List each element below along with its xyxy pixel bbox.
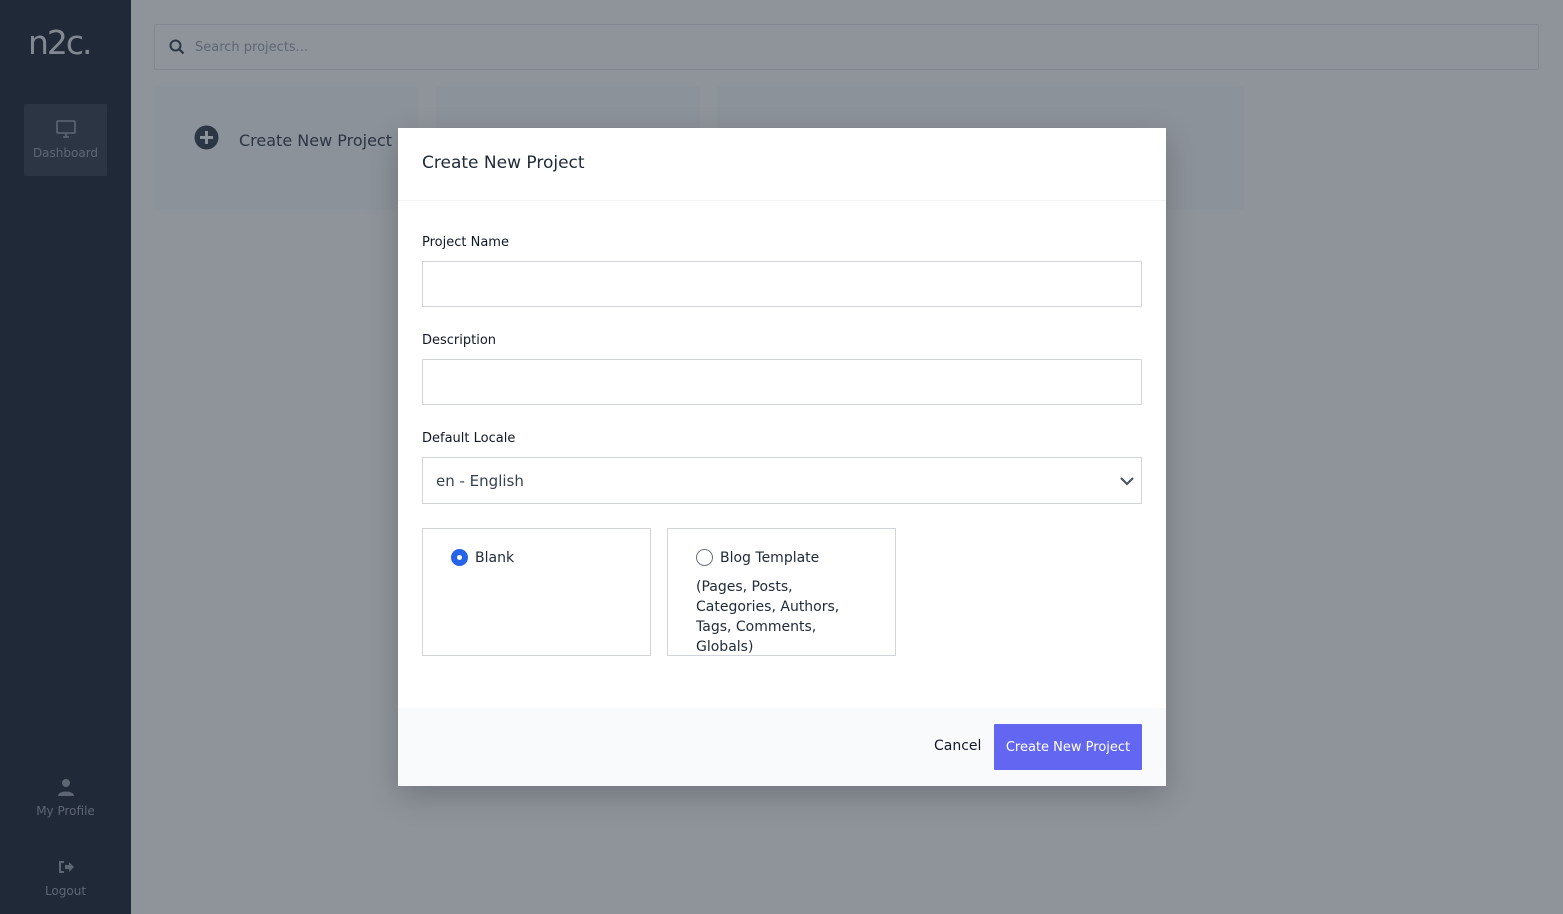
project-name-input[interactable] <box>422 261 1142 307</box>
template-option-label: Blog Template <box>720 550 820 566</box>
default-locale-select[interactable]: en - English <box>422 457 1142 504</box>
modal-header: Create New Project <box>398 128 1166 201</box>
modal-title: Create New Project <box>422 153 585 173</box>
template-option-blank[interactable]: Blank <box>422 528 651 656</box>
default-locale-value: en - English <box>436 472 524 490</box>
template-option-description: (Pages, Posts, Categories, Authors, Tags… <box>696 579 840 655</box>
template-option-blog[interactable]: Blog Template (Pages, Posts, Categories,… <box>667 528 896 656</box>
description-input[interactable] <box>422 359 1142 405</box>
template-option-label: Blank <box>475 550 515 566</box>
blank-radio[interactable] <box>451 549 468 566</box>
project-name-label: Project Name <box>422 235 509 250</box>
chevron-down-icon <box>1120 477 1134 486</box>
blog-template-radio[interactable] <box>696 549 713 566</box>
create-project-modal: Create New Project Project Name Descript… <box>398 128 1166 786</box>
cancel-button[interactable]: Cancel <box>934 738 981 754</box>
description-label: Description <box>422 333 497 348</box>
modal-footer: Cancel Create New Project <box>398 708 1166 786</box>
create-project-button[interactable]: Create New Project <box>994 724 1142 770</box>
default-locale-label: Default Locale <box>422 431 516 446</box>
